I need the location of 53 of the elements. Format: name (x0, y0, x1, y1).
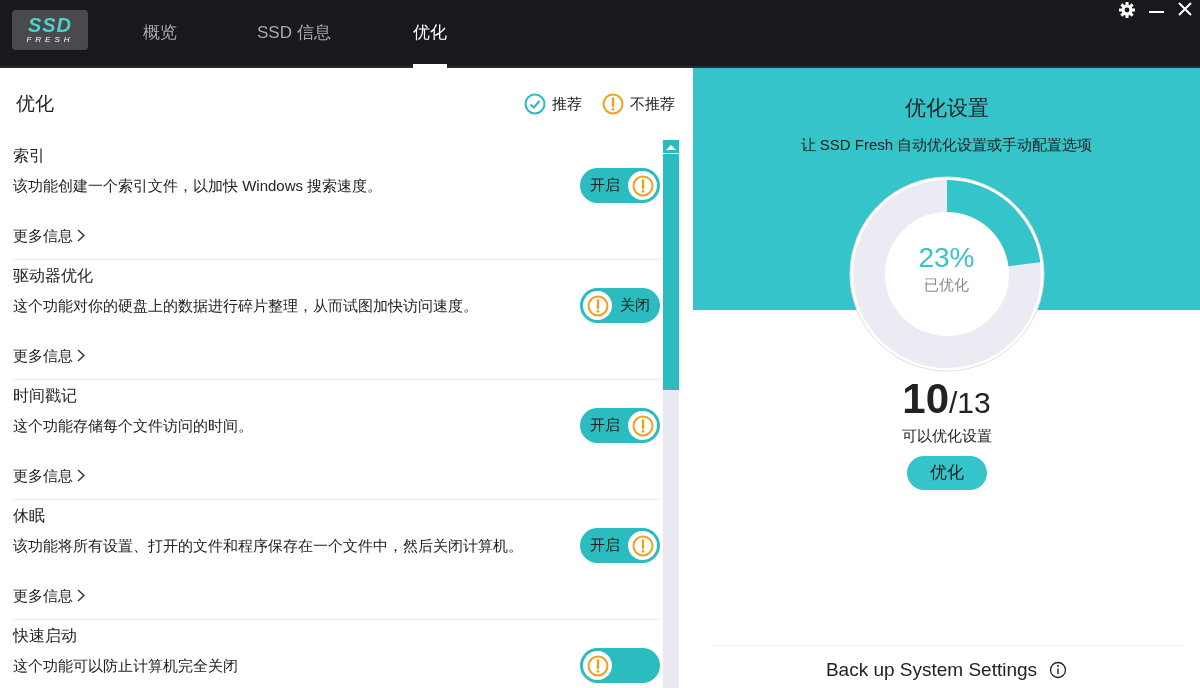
toggle-switch[interactable]: 开启 (580, 408, 660, 443)
chevron-icon (77, 469, 85, 483)
nav-tab[interactable]: 优化 (412, 0, 447, 66)
settings-total: /13 (949, 386, 991, 421)
info-icon (1049, 660, 1068, 679)
progress-percent: 23% (918, 242, 975, 274)
legend-label: 不推荐 (630, 93, 675, 114)
settings-icon[interactable] (1119, 2, 1135, 18)
panel-title: 优化设置 (904, 95, 989, 121)
warning-icon (602, 93, 624, 115)
scroll-up-button[interactable] (663, 140, 679, 154)
warning-icon (586, 294, 609, 317)
item-description: 该功能创建一个索引文件，以加快 Windows 搜索速度。 (13, 176, 384, 195)
chevron-icon (77, 589, 85, 603)
toggle-switch[interactable]: 开启 (580, 168, 660, 203)
item-title: 快速启动 (13, 626, 78, 646)
toggle-switch[interactable]: 开启 (580, 528, 660, 563)
item-description: 这个功能可以防止计算机完全关闭 (13, 656, 239, 675)
backup-title: Back up System Settings (825, 657, 1038, 682)
app-logo: SSD FRESH (12, 10, 88, 50)
more-info-link[interactable]: 更多信息 (13, 224, 85, 247)
warning-icon (631, 414, 654, 437)
item-title: 时间戳记 (13, 386, 78, 406)
section-title: 优化 (16, 91, 54, 116)
scrollbar[interactable] (663, 140, 679, 688)
chevron-icon (77, 349, 85, 363)
item-title: 休眠 (13, 506, 46, 526)
toggle-switch[interactable]: 关闭 (580, 288, 660, 323)
optimize-button[interactable]: 优化 (906, 455, 987, 490)
count-caption: 可以优化设置 (901, 426, 992, 446)
item-title: 索引 (13, 146, 46, 166)
warning-icon (586, 654, 609, 677)
item-description: 这个功能存储每个文件访问的时间。 (13, 416, 254, 435)
warning-icon (631, 534, 654, 557)
close-icon[interactable] (1178, 2, 1192, 16)
settings-count: 10 (902, 376, 949, 422)
nav-tab[interactable]: 概览 (143, 0, 177, 66)
check-icon (524, 93, 546, 115)
panel-subtitle: 让 SSD Fresh 自动优化设置或手动配置选项 (800, 134, 1093, 155)
scroll-thumb[interactable] (663, 154, 679, 390)
legend-label: 推荐 (552, 93, 582, 114)
item-description: 这个功能对你的硬盘上的数据进行碎片整理，从而试图加快访问速度。 (13, 296, 479, 315)
item-description: 该功能将所有设置、打开的文件和程序保存在一个文件中，然后关闭计算机。 (13, 536, 524, 555)
chevron-icon (77, 229, 85, 243)
more-info-link[interactable]: 更多信息 (13, 584, 85, 607)
arrow-up-icon[interactable] (666, 143, 676, 150)
nav-tab[interactable]: SSD 信息 (257, 0, 331, 66)
toggle-switch[interactable] (580, 648, 660, 683)
warning-icon (631, 174, 654, 197)
more-info-link[interactable]: 更多信息 (13, 344, 85, 367)
item-title: 驱动器优化 (13, 266, 94, 286)
more-info-link[interactable]: 更多信息 (13, 464, 85, 487)
progress-caption: 已优化 (924, 275, 969, 295)
